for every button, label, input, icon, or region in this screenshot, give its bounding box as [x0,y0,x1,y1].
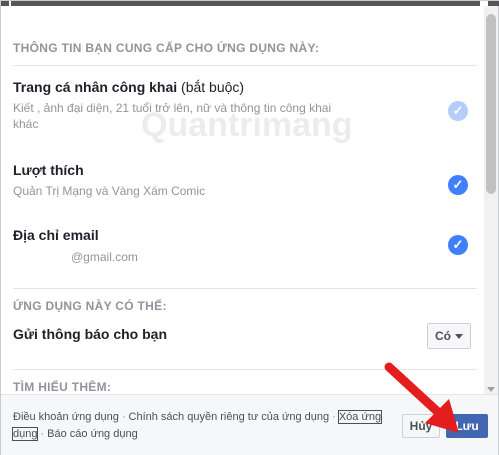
permissions-scroll-area[interactable]: Quantrimang THÔNG TIN BẠN CUNG CẤP CHO Ứ… [1,6,484,394]
divider [13,288,477,289]
red-arrow-annotation-icon [384,362,459,433]
profile-title-text: Trang cá nhân công khai [13,79,178,95]
privacy-link[interactable]: Chính sách quyền riêng tư của ứng dụng [129,411,330,423]
section-title-can: ỨNG DỤNG NÀY CÓ THỂ: [13,299,167,313]
scrollbar[interactable] [484,6,498,394]
section-title-info: THÔNG TIN BẠN CUNG CẤP CHO ỨNG DỤNG NÀY: [13,41,320,55]
notify-label: Gửi thông báo cho bạn [13,326,168,342]
terms-link[interactable]: Điều khoản ứng dụng [13,411,119,423]
email-permission-title: Địa chỉ email [13,227,99,243]
likes-permission-title: Lượt thích [13,162,84,178]
profile-permission-desc: Kiết , ảnh đại diện, 21 tuổi trở lên, nữ… [13,101,332,131]
chevron-down-icon [455,334,463,339]
likes-permission-desc: Quản Trị Mạng và Vàng Xám Comic [13,184,206,198]
profile-check-icon: ✓ [448,101,468,121]
scrollbar-thumb[interactable] [486,14,496,194]
divider [13,65,477,66]
profile-permission-title: Trang cá nhân công khai (bắt buộc) [13,79,244,95]
footer-links: Điều khoản ứng dụng · Chính sách quyền riê… [11,410,383,441]
scroll-down-arrow-icon[interactable] [487,387,495,392]
delete-app-link-cont[interactable]: dụng [11,427,39,441]
app-permissions-dialog: Quantrimang THÔNG TIN BẠN CUNG CẤP CHO Ứ… [0,0,499,455]
section-title-learn: TÌM HIỂU THÊM: [13,380,112,394]
email-check-icon[interactable]: ✓ [448,235,468,255]
report-app-link[interactable]: Báo cáo ứng dụng [47,428,138,440]
profile-required-text: (bắt buộc) [177,79,245,95]
email-permission-desc: @gmail.com [71,250,138,264]
delete-app-link[interactable]: Xóa ứng [337,410,383,424]
likes-check-icon[interactable]: ✓ [448,175,468,195]
notify-select-value: Có [435,329,451,343]
notify-select[interactable]: Có [427,323,471,349]
